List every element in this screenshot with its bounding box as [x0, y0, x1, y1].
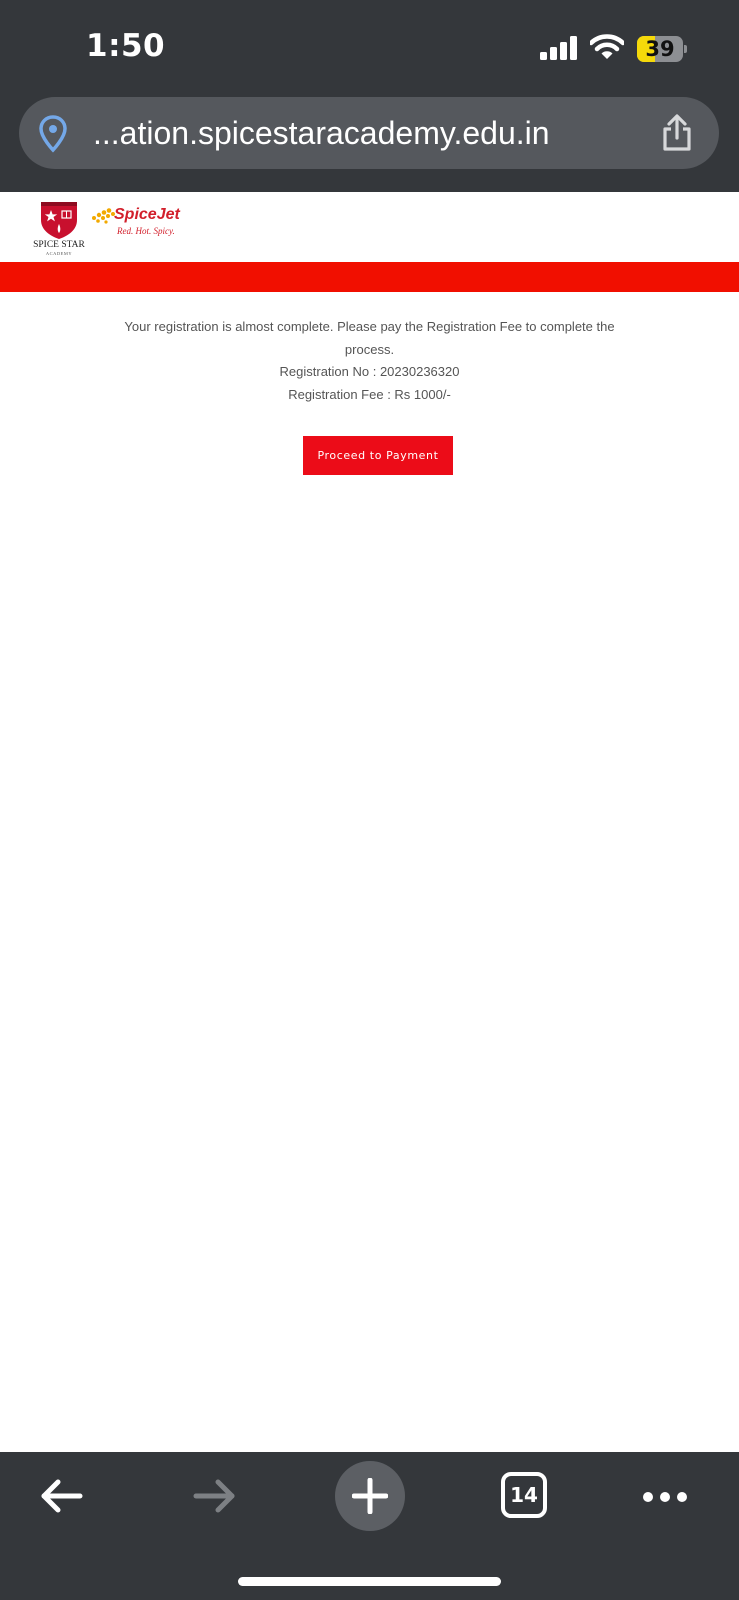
spicejet-dots-icon [92, 208, 115, 224]
registration-fee: Registration Fee : Rs 1000/- [288, 386, 451, 402]
screen: 1:50 39 ...ation.spicestaracademy.edu.in… [0, 0, 739, 1600]
site-header: SPICE STAR ACADEMY SpiceJet Red. Hot. Sp… [0, 192, 739, 262]
browser-bottom-toolbar: 14 [0, 1452, 739, 1600]
brand-subtitle: ACADEMY [45, 251, 73, 256]
shield-icon [41, 202, 77, 239]
spicejet-logo[interactable]: SpiceJet Red. Hot. Spicy. [90, 206, 180, 246]
battery-body: 39 [637, 36, 683, 62]
url-bar[interactable]: ...ation.spicestaracademy.edu.in [19, 97, 719, 169]
browser-top-chrome: 1:50 39 ...ation.spicestaracademy.edu.in [0, 0, 739, 192]
plus-icon [352, 1478, 388, 1514]
brand-name: SPICE STAR [33, 240, 85, 250]
wifi-icon [590, 34, 624, 59]
new-tab-button[interactable] [335, 1461, 405, 1531]
registration-message: Your registration is almost complete. Pl… [110, 316, 629, 406]
status-time: 1:50 [86, 28, 166, 64]
arrow-left-icon[interactable] [36, 1471, 86, 1521]
ellipsis-icon[interactable] [640, 1482, 690, 1512]
share-icon[interactable] [659, 113, 695, 153]
registration-status-text: Your registration is almost complete. Pl… [124, 319, 615, 357]
battery-indicator: 39 [637, 36, 687, 62]
tab-count: 14 [510, 1483, 538, 1507]
battery-level: 39 [645, 37, 675, 61]
arrow-right-icon[interactable] [190, 1471, 240, 1521]
location-pin-icon[interactable] [39, 115, 67, 153]
cellular-signal-icon [540, 36, 577, 60]
partner-name: SpiceJet [114, 206, 180, 223]
home-indicator[interactable] [238, 1577, 501, 1586]
proceed-to-payment-button[interactable]: Proceed to Payment [303, 436, 453, 475]
tabs-button[interactable]: 14 [501, 1472, 547, 1518]
partner-tagline: Red. Hot. Spicy. [117, 226, 175, 236]
spice-star-academy-logo[interactable]: SPICE STAR ACADEMY [30, 200, 88, 258]
header-red-band [0, 262, 739, 292]
registration-number: Registration No : 20230236320 [279, 364, 460, 379]
url-text[interactable]: ...ation.spicestaracademy.edu.in [93, 97, 653, 169]
battery-nub [684, 45, 687, 53]
